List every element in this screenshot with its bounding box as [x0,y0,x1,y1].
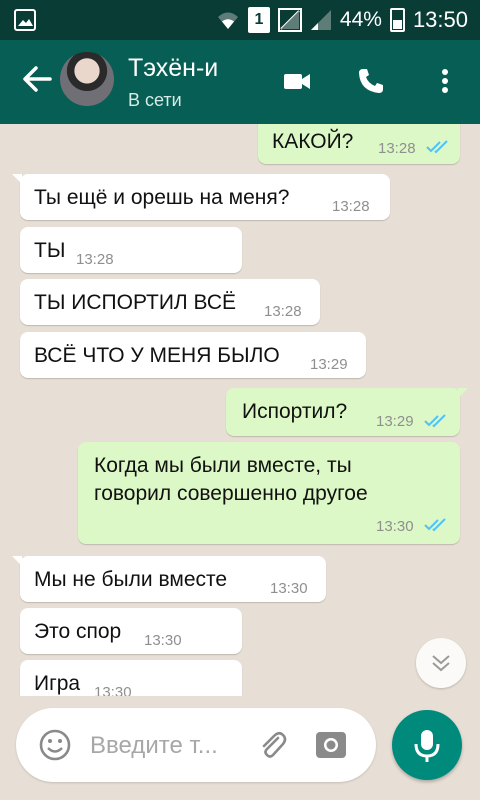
message-time: 13:28 [76,251,114,268]
chat-header: Тэхён-и В сети [0,40,480,124]
message-time: 13:30 [94,684,132,696]
message-incoming[interactable]: ВСЁ ЧТО У МЕНЯ БЫЛО 13:29 [20,332,366,378]
mic-icon [414,730,440,762]
attach-icon[interactable] [256,728,288,762]
contact-status: В сети [128,90,182,110]
message-incoming[interactable]: ТЫ 13:28 [20,227,242,273]
message-text: Игра [34,672,81,695]
signal-icon [310,10,331,30]
phone-icon[interactable] [356,66,386,96]
double-check-icon [424,518,446,532]
message-text: Мы не были вместе [34,568,228,591]
message-composer[interactable] [16,708,376,782]
message-text: ВСЁ ЧТО У МЕНЯ БЫЛО [34,344,280,367]
message-text: Это спор [34,620,122,643]
gallery-icon [14,9,36,31]
message-time: 13:29 [310,356,348,373]
message-text: ТЫ ИСПОРТИЛ ВСЁ [34,291,237,314]
no-signal-icon [277,8,302,32]
clock: 13:50 [412,7,468,32]
battery-percent: 44% [339,8,382,31]
emoji-icon[interactable] [38,728,72,762]
battery-icon [389,8,405,32]
avatar[interactable] [60,52,114,106]
chat-area[interactable]: КАКОЙ? 13:28 Ты ещё и орешь на меня? 13:… [0,124,480,696]
message-time: 13:30 [270,580,308,597]
message-time: 13:30 [376,518,414,535]
double-check-icon [426,140,448,154]
more-options-icon[interactable] [430,66,460,96]
video-call-icon[interactable] [282,66,312,96]
message-time: 13:28 [332,198,370,215]
message-incoming[interactable]: Игра 13:30 [20,660,242,696]
back-arrow-icon[interactable] [20,62,54,96]
input-bar [0,696,480,800]
message-incoming[interactable]: Это спор 13:30 [20,608,242,654]
message-outgoing[interactable]: Когда мы были вместе, ты говорил соверше… [78,442,460,544]
message-text-line-1: Когда мы были вместе, ты [94,454,352,477]
message-time: 13:28 [378,140,416,157]
message-text: Испортил? [242,400,348,423]
sim-indicator: 1 [247,7,270,33]
message-text: Ты ещё и орешь на меня? [34,186,290,209]
double-check-icon [424,414,446,428]
message-outgoing[interactable]: Испортил? 13:29 [226,388,468,436]
camera-icon[interactable] [314,728,348,762]
mic-button[interactable] [392,710,462,780]
message-incoming[interactable]: Мы не были вместе 13:30 [12,556,326,602]
wifi-icon [217,12,238,29]
status-bar: 1 44% 13:50 [0,0,480,40]
message-time: 13:28 [264,303,302,320]
message-text: КАКОЙ? [272,130,354,153]
message-incoming[interactable]: ТЫ ИСПОРТИЛ ВСЁ 13:28 [20,279,320,325]
message-text: ТЫ [34,239,66,262]
message-time: 13:29 [376,413,414,430]
message-incoming[interactable]: Ты ещё и орешь на меня? 13:28 [12,174,390,220]
chevron-down-icon [432,655,450,672]
contact-name[interactable]: Тэхён-и [128,54,218,83]
message-outgoing[interactable]: КАКОЙ? 13:28 [258,124,460,164]
message-input[interactable] [88,726,252,766]
message-time: 13:30 [144,632,182,649]
message-text-line-2: говорил совершенно другое [94,482,368,505]
scroll-to-bottom-button[interactable] [416,638,466,688]
